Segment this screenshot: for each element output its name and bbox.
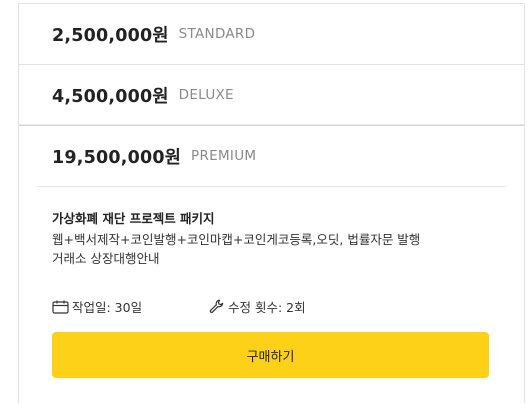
divider bbox=[37, 186, 506, 187]
work-days: 작업일: 30일 bbox=[52, 297, 142, 316]
package-description: 웹+백서제작+코인발행+코인마캡+코인게코등록,오딧, 법률자문 발행 bbox=[52, 232, 421, 247]
buy-button[interactable]: 구매하기 bbox=[52, 332, 489, 378]
tier-name: STANDARD bbox=[178, 26, 256, 42]
tier-price: 4,500,000원 bbox=[52, 86, 169, 107]
calendar-icon bbox=[52, 300, 69, 314]
tier-deluxe[interactable]: 4,500,000원 DELUXE bbox=[19, 65, 524, 126]
work-days-label: 작업일: 30일 bbox=[72, 300, 143, 315]
revision-count: 수정 횟수: 2회 bbox=[209, 297, 306, 316]
package-description: 거래소 상장대행안내 bbox=[52, 251, 160, 266]
tier-premium-card: 19,500,000원 PREMIUM 가상화폐 재단 프로젝트 패키지 웹+백… bbox=[19, 125, 524, 404]
tier-price: 2,500,000원 bbox=[52, 25, 169, 46]
tier-price: 19,500,000원 bbox=[52, 147, 182, 168]
tier-premium[interactable]: 19,500,000원 PREMIUM bbox=[19, 126, 524, 186]
pricing-panel: 2,500,000원 STANDARD 4,500,000원 DELUXE 19… bbox=[18, 3, 525, 403]
tier-name: PREMIUM bbox=[191, 148, 257, 164]
package-title: 가상화폐 재단 프로젝트 패키지 bbox=[52, 211, 215, 226]
revisions-label: 수정 횟수: 2회 bbox=[228, 300, 306, 315]
wrench-icon bbox=[209, 299, 224, 314]
tier-name: DELUXE bbox=[178, 87, 234, 103]
tier-standard[interactable]: 2,500,000원 STANDARD bbox=[19, 4, 524, 65]
